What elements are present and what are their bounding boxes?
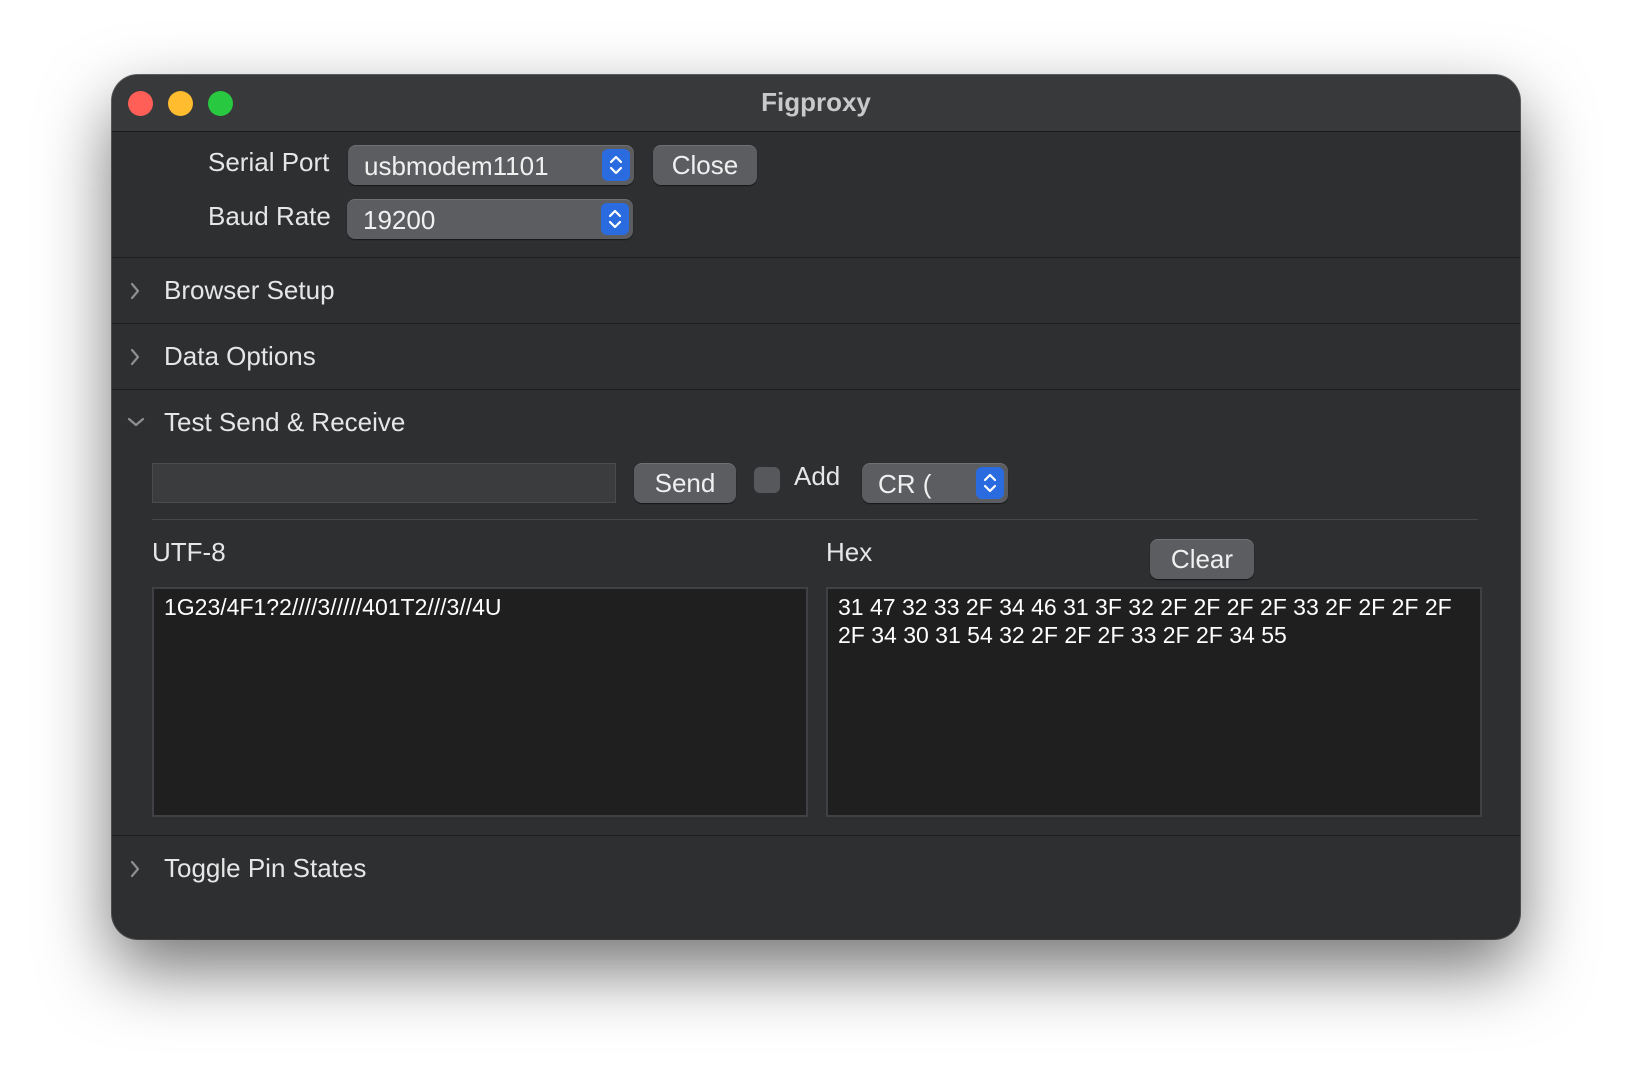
- section-data-options[interactable]: Data Options: [112, 325, 1520, 389]
- hex-label: Hex: [826, 537, 873, 567]
- section-test-send-receive[interactable]: Test Send & Receive: [112, 391, 1520, 455]
- serial-port-label: Serial Port: [208, 147, 330, 177]
- baud-rate-value: 19200: [363, 205, 436, 235]
- section-title: Browser Setup: [164, 275, 335, 305]
- add-line-ending-checkbox[interactable]: [754, 467, 780, 493]
- section-toggle-pin-states[interactable]: Toggle Pin States: [112, 837, 1520, 901]
- chevron-right-icon: [128, 859, 142, 884]
- up-down-chevron-icon: [602, 149, 630, 181]
- app-window: Figproxy Serial Port usbmodem1101 Close …: [112, 75, 1520, 939]
- up-down-chevron-icon: [976, 467, 1004, 499]
- send-text-input[interactable]: [152, 463, 616, 503]
- send-button[interactable]: Send: [634, 463, 736, 503]
- title-bar[interactable]: Figproxy: [112, 75, 1520, 132]
- hex-output[interactable]: 31 47 32 33 2F 34 46 31 3F 32 2F 2F 2F 2…: [826, 587, 1482, 817]
- baud-rate-label: Baud Rate: [208, 201, 331, 231]
- utf8-label: UTF-8: [152, 537, 226, 567]
- line-ending-value: CR (: [878, 469, 932, 499]
- section-title: Test Send & Receive: [164, 407, 406, 437]
- up-down-chevron-icon: [601, 203, 629, 235]
- divider: [112, 835, 1520, 836]
- divider: [152, 519, 1478, 520]
- section-title: Toggle Pin States: [164, 853, 367, 883]
- utf8-output[interactable]: 1G23/4F1?2////3/////401T2///3//4U: [152, 587, 808, 817]
- window-title: Figproxy: [761, 87, 871, 117]
- section-browser-setup[interactable]: Browser Setup: [112, 259, 1520, 323]
- divider: [112, 257, 1520, 258]
- add-label: Add: [794, 461, 841, 491]
- chevron-right-icon: [128, 347, 142, 372]
- chevron-right-icon: [128, 281, 142, 306]
- close-port-button[interactable]: Close: [653, 145, 757, 185]
- chevron-down-icon: [126, 415, 146, 434]
- divider: [112, 323, 1520, 324]
- divider: [112, 389, 1520, 390]
- baud-rate-select[interactable]: 19200: [347, 199, 633, 239]
- clear-button[interactable]: Clear: [1150, 539, 1254, 579]
- serial-port-value: usbmodem1101: [364, 151, 549, 181]
- line-ending-select[interactable]: CR (: [862, 463, 1008, 503]
- section-title: Data Options: [164, 341, 316, 371]
- serial-port-select[interactable]: usbmodem1101: [348, 145, 634, 185]
